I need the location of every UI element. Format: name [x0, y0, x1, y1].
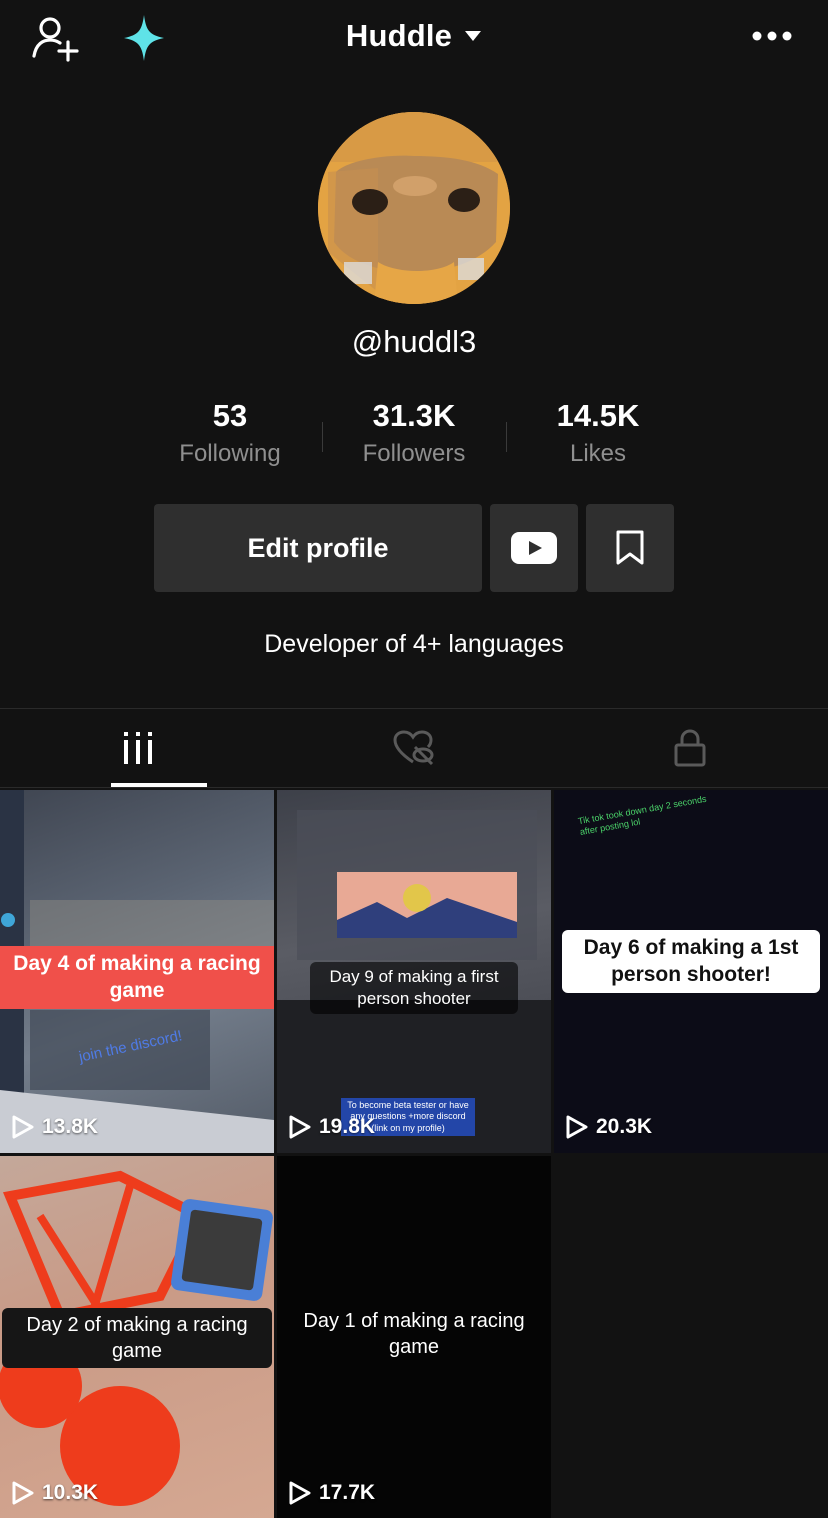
avatar[interactable]: [318, 112, 510, 304]
tab-videos[interactable]: [0, 709, 276, 787]
lock-icon: [674, 729, 706, 767]
view-count: 10.3K: [12, 1481, 98, 1505]
video-tile[interactable]: Tik tok took down day 2 seconds after po…: [554, 790, 828, 1153]
content-tabs: [0, 708, 828, 788]
view-count-value: 19.8K: [319, 1115, 376, 1138]
play-icon: [566, 1115, 588, 1139]
caption-text: Day 9 of making a first person shooter: [310, 962, 518, 1015]
edit-profile-button[interactable]: Edit profile: [154, 504, 482, 592]
chevron-down-icon: [465, 31, 482, 41]
more-options-button[interactable]: [744, 14, 800, 58]
account-name: Huddle: [345, 18, 453, 53]
stat-label: Likes: [569, 440, 627, 467]
add-friend-button[interactable]: [26, 10, 86, 66]
liked-hidden-icon: [393, 730, 434, 766]
avatar-image: [318, 112, 510, 304]
stat-followers[interactable]: 31.3K Followers: [322, 396, 506, 476]
stat-following[interactable]: 53 Following: [138, 396, 322, 476]
video-tile[interactable]: Day 1 of making a racing game 17.7K: [277, 1156, 551, 1518]
favorites-button[interactable]: [586, 504, 674, 592]
view-count: 19.8K: [289, 1115, 375, 1139]
view-count-value: 10.3K: [42, 1481, 99, 1504]
video-tile[interactable]: join the discord! Day 4 of making a raci…: [0, 790, 274, 1153]
active-tab-indicator: [111, 783, 207, 787]
video-tile[interactable]: Day 9 of making a first person shooter T…: [277, 790, 551, 1153]
stat-label: Following: [179, 440, 281, 467]
caption-text: Day 2 of making a racing game: [2, 1308, 272, 1368]
youtube-icon: [511, 532, 557, 564]
more-icon: [752, 31, 792, 41]
stat-likes[interactable]: 14.5K Likes: [506, 396, 690, 476]
play-icon: [12, 1481, 34, 1505]
view-count-value: 20.3K: [596, 1115, 653, 1138]
add-friend-icon: [32, 17, 79, 62]
video-caption: Day 6 of making a 1st person shooter!: [554, 930, 828, 993]
view-count: 17.7K: [289, 1481, 375, 1505]
play-icon: [289, 1481, 311, 1505]
video-caption: Day 1 of making a racing game: [277, 1304, 551, 1364]
caption-text: Day 4 of making a racing game: [0, 946, 274, 1009]
play-icon: [12, 1115, 34, 1139]
stat-label: Followers: [362, 440, 466, 467]
profile-bio: Developer of 4+ languages: [264, 630, 564, 658]
sparkle-button[interactable]: [118, 10, 170, 66]
play-icon: [289, 1115, 311, 1139]
stat-value: 31.3K: [372, 398, 456, 433]
profile-stats: 53 Following 31.3K Followers 14.5K Likes: [138, 396, 690, 476]
view-count-value: 13.8K: [42, 1115, 99, 1138]
video-caption: Day 4 of making a racing game: [0, 946, 274, 1009]
video-caption: Day 9 of making a first person shooter: [277, 962, 551, 1015]
grid-icon: [124, 732, 152, 764]
stat-value: 14.5K: [556, 398, 640, 433]
tab-private[interactable]: [552, 709, 828, 787]
view-count: 13.8K: [12, 1115, 98, 1139]
video-overlay-text: Tik tok took down day 2 seconds after po…: [577, 793, 708, 837]
sparkle-icon: [124, 15, 164, 61]
account-switcher[interactable]: Huddle: [300, 12, 528, 60]
video-tile[interactable]: Day 2 of making a racing game 10.3K: [0, 1156, 274, 1518]
tab-liked[interactable]: [276, 709, 552, 787]
stat-value: 53: [212, 398, 248, 433]
bookmark-icon: [616, 530, 644, 565]
view-count: 20.3K: [566, 1115, 652, 1139]
caption-text: Day 1 of making a racing game: [303, 1310, 525, 1358]
top-bar: Huddle: [0, 0, 828, 76]
video-grid: join the discord! Day 4 of making a raci…: [0, 790, 828, 1518]
caption-text: Day 6 of making a 1st person shooter!: [562, 930, 820, 993]
view-count-value: 17.7K: [319, 1481, 376, 1504]
video-caption: Day 2 of making a racing game: [0, 1308, 274, 1368]
youtube-button[interactable]: [490, 504, 578, 592]
profile-handle: @huddl3: [351, 324, 477, 359]
